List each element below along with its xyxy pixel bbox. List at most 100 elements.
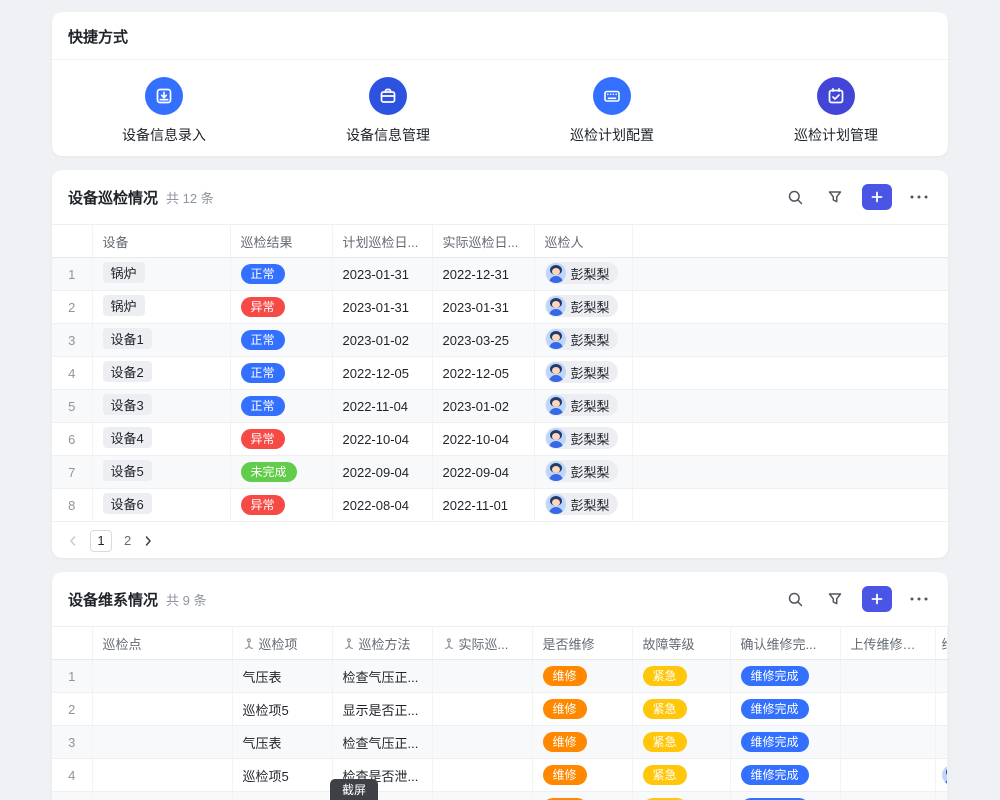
device-chip: 设备4 bbox=[103, 427, 152, 448]
inspection-header: 设备巡检情况 共 12 条 bbox=[52, 170, 948, 224]
inspector-cell: 彭梨梨 bbox=[534, 291, 632, 324]
status-badge: 异常 bbox=[241, 297, 285, 317]
item-cell: 气压表 bbox=[232, 726, 332, 759]
planned-date-cell: 2022-09-04 bbox=[332, 456, 432, 489]
device-cell: 锅炉 bbox=[92, 258, 230, 291]
item-cell: 巡检项5 bbox=[232, 693, 332, 726]
result-cell: 未完成 bbox=[230, 456, 332, 489]
shortcut-label: 设备信息管理 bbox=[346, 125, 430, 145]
avatar bbox=[546, 395, 566, 415]
column-header-item[interactable]: 巡检项 bbox=[232, 627, 332, 660]
shortcuts-card: 快捷方式 设备信息录入 设备信息管理 bbox=[52, 12, 948, 156]
upload-cell bbox=[840, 792, 935, 800]
column-header-maintainer[interactable]: 维 bbox=[935, 627, 948, 660]
shortcut-label: 巡检计划配置 bbox=[570, 125, 654, 145]
search-icon[interactable] bbox=[782, 184, 808, 210]
column-header-inspector[interactable]: 巡检人 bbox=[534, 225, 632, 258]
result-cell: 正常 bbox=[230, 390, 332, 423]
table-row[interactable]: 8 设备6 异常 2022-08-04 2022-11-01 彭梨梨 bbox=[52, 489, 948, 522]
lookup-icon bbox=[443, 638, 455, 653]
status-badge: 维修完成 bbox=[741, 666, 809, 686]
table-row[interactable]: 3 设备1 正常 2023-01-02 2023-03-25 彭梨梨 bbox=[52, 324, 948, 357]
status-badge: 正常 bbox=[241, 264, 285, 284]
item-cell: 气压表 bbox=[232, 660, 332, 693]
table-row[interactable]: 2 锅炉 异常 2023-01-31 2023-01-31 彭梨梨 bbox=[52, 291, 948, 324]
table-row[interactable]: 2 巡检项5 显示是否正... 维修 紧急 维修完成 bbox=[52, 693, 948, 726]
shortcut-device-entry[interactable]: 设备信息录入 bbox=[52, 77, 276, 145]
column-header-device[interactable]: 设备 bbox=[92, 225, 230, 258]
item-cell: 巡检项5 bbox=[232, 759, 332, 792]
table-row[interactable]: 1 锅炉 正常 2023-01-31 2022-12-31 彭梨梨 bbox=[52, 258, 948, 291]
lookup-icon bbox=[243, 638, 255, 653]
person-chip: 彭梨梨 bbox=[545, 394, 618, 416]
result-cell: 异常 bbox=[230, 489, 332, 522]
status-badge: 正常 bbox=[241, 363, 285, 383]
actual-cell bbox=[432, 759, 532, 792]
table-row[interactable]: 4 设备2 正常 2022-12-05 2022-12-05 彭梨梨 bbox=[52, 357, 948, 390]
result-cell: 正常 bbox=[230, 258, 332, 291]
column-header-point[interactable]: 巡检点 bbox=[92, 627, 232, 660]
status-badge: 维修 bbox=[543, 666, 587, 686]
repair-cell: 维修 bbox=[532, 726, 632, 759]
actual-cell bbox=[432, 660, 532, 693]
actual-date-cell: 2022-12-31 bbox=[432, 258, 534, 291]
search-icon[interactable] bbox=[782, 586, 808, 612]
inspector-name: 彭梨梨 bbox=[571, 264, 610, 283]
screenshot-overlay-button[interactable]: 截屏 bbox=[330, 779, 378, 800]
device-chip: 设备6 bbox=[103, 493, 152, 514]
lookup-icon bbox=[343, 638, 355, 653]
column-header-upload[interactable]: 上传维修结... bbox=[840, 627, 935, 660]
table-row[interactable]: 4 巡检项5 检查是否泄... 维修 紧急 维修完成 bbox=[52, 759, 948, 792]
status-badge: 未完成 bbox=[241, 462, 297, 482]
column-header-confirm[interactable]: 确认维修完... bbox=[730, 627, 840, 660]
section-title: 设备巡检情况 bbox=[68, 187, 158, 208]
upload-cell bbox=[840, 660, 935, 693]
person-chip: 彭梨梨 bbox=[545, 427, 618, 449]
inspector-cell: 彭梨梨 bbox=[534, 456, 632, 489]
filter-icon[interactable] bbox=[822, 184, 848, 210]
column-header-result[interactable]: 巡检结果 bbox=[230, 225, 332, 258]
row-index: 2 bbox=[52, 291, 92, 324]
device-cell: 锅炉 bbox=[92, 291, 230, 324]
column-header-actual-date[interactable]: 实际巡检日... bbox=[432, 225, 534, 258]
header-row: 设备 巡检结果 计划巡检日... 实际巡检日... 巡检人 bbox=[52, 225, 948, 258]
table-row[interactable]: 6 设备4 异常 2022-10-04 2022-10-04 彭梨梨 bbox=[52, 423, 948, 456]
level-cell: 紧急 bbox=[632, 792, 730, 800]
more-icon[interactable] bbox=[906, 184, 932, 210]
filter-icon[interactable] bbox=[822, 586, 848, 612]
column-header-repair[interactable]: 是否维修 bbox=[532, 627, 632, 660]
column-header-level[interactable]: 故障等级 bbox=[632, 627, 730, 660]
add-record-button[interactable] bbox=[862, 586, 892, 612]
table-row[interactable]: 5 巡检项5 显示是否正... 维修 紧急 维修完成 bbox=[52, 792, 948, 800]
table-row[interactable]: 7 设备5 未完成 2022-09-04 2022-09-04 彭梨梨 bbox=[52, 456, 948, 489]
shortcut-device-manage[interactable]: 设备信息管理 bbox=[276, 77, 500, 145]
status-badge: 维修完成 bbox=[741, 765, 809, 785]
shortcut-plan-manage[interactable]: 巡检计划管理 bbox=[724, 77, 948, 145]
table-row[interactable]: 5 设备3 正常 2022-11-04 2023-01-02 彭梨梨 bbox=[52, 390, 948, 423]
confirm-cell: 维修完成 bbox=[730, 726, 840, 759]
maintainer-cell bbox=[935, 759, 948, 792]
column-header-method[interactable]: 巡检方法 bbox=[332, 627, 432, 660]
status-badge: 维修 bbox=[543, 732, 587, 752]
device-chip: 设备2 bbox=[103, 361, 152, 382]
page-1-button[interactable]: 1 bbox=[90, 530, 112, 552]
table-row[interactable]: 1 气压表 检查气压正... 维修 紧急 维修完成 bbox=[52, 660, 948, 693]
plan-config-icon bbox=[593, 77, 631, 115]
device-cell: 设备5 bbox=[92, 456, 230, 489]
table-row[interactable]: 3 气压表 检查气压正... 维修 紧急 维修完成 bbox=[52, 726, 948, 759]
next-page-button[interactable] bbox=[143, 535, 153, 547]
item-cell: 巡检项5 bbox=[232, 792, 332, 800]
add-record-button[interactable] bbox=[862, 184, 892, 210]
shortcut-label: 设备信息录入 bbox=[122, 125, 206, 145]
actual-cell bbox=[432, 792, 532, 800]
maintenance-table-body: 1 气压表 检查气压正... 维修 紧急 维修完成 2 巡检项5 显示是否正..… bbox=[52, 660, 948, 800]
column-header-planned-date[interactable]: 计划巡检日... bbox=[332, 225, 432, 258]
inspection-table-body: 1 锅炉 正常 2023-01-31 2022-12-31 彭梨梨 2 锅炉 异… bbox=[52, 258, 948, 522]
row-index: 5 bbox=[52, 390, 92, 423]
prev-page-button[interactable] bbox=[68, 535, 78, 547]
page-2-button[interactable]: 2 bbox=[124, 533, 131, 548]
column-header-actual[interactable]: 实际巡... bbox=[432, 627, 532, 660]
shortcut-plan-config[interactable]: 巡检计划配置 bbox=[500, 77, 724, 145]
more-icon[interactable] bbox=[906, 586, 932, 612]
status-badge: 紧急 bbox=[643, 666, 687, 686]
